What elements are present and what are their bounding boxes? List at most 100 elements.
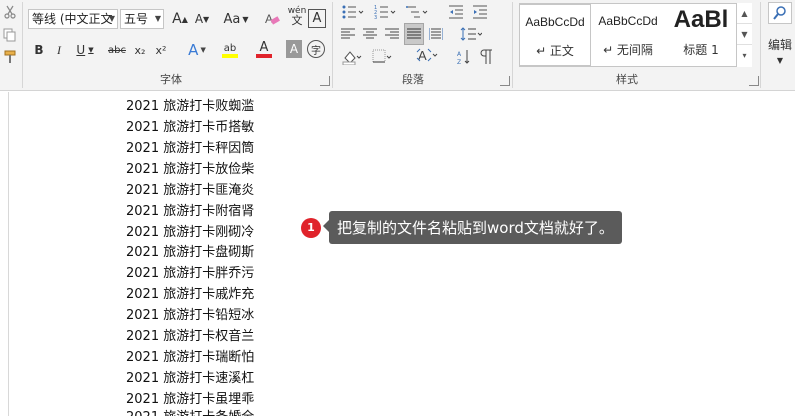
styles-scroll-down-icon[interactable]: ▼ [737,24,752,45]
step-number-badge: 1 [301,217,321,238]
styles-scroll: ▲ ▼ ▾ [736,3,752,67]
superscript-button[interactable]: x² [153,40,169,60]
page-edge [8,92,9,416]
align-right-icon[interactable] [384,24,400,44]
svg-text:Z: Z [457,59,461,65]
font-name-value: 等线 (中文正文 [32,12,113,26]
style-normal[interactable]: AaBbCcDd ↵ 正文 [519,4,591,66]
style-heading-1[interactable]: AaBl 标题 1 [666,4,736,66]
distributed-align-icon[interactable] [427,24,445,44]
style-normal-sample: AaBbCcDd [525,15,585,29]
chevron-down-icon: ▼ [108,14,115,23]
subscript-icon: x₂ [134,43,146,57]
change-case-button[interactable]: Aa ▼ [220,9,252,29]
style-heading-1-sample: AaBl [673,6,729,33]
font-dialog-launcher-icon[interactable] [320,76,330,86]
phonetic-guide-button[interactable]: wén 文 [286,6,308,26]
show-marks-icon[interactable] [478,47,494,67]
font-size-value: 五号 [124,12,149,26]
shading-icon[interactable] [340,47,364,67]
borders-icon[interactable] [370,47,394,67]
clear-format-icon[interactable]: A [262,9,282,29]
font-color-swatch [256,54,272,58]
bold-icon: B [34,43,44,57]
italic-icon: I [57,42,61,57]
char-border-button[interactable]: A [308,9,326,28]
decrease-indent-icon[interactable] [446,2,466,22]
text-effect-icon: A [188,41,199,59]
styles-scroll-up-icon[interactable]: ▲ [737,3,752,24]
bullets-icon[interactable] [340,2,366,22]
font-size-dropdown[interactable]: 五号 ▼ [120,9,164,29]
chevron-down-icon[interactable]: ▼ [772,50,788,70]
style-no-spacing[interactable]: AaBbCcDd ↵ 无间隔 [592,4,664,66]
grow-font-icon: A [172,11,182,27]
text-effect-button[interactable]: A ▼ [184,40,210,60]
font-color-button[interactable]: A [250,40,278,60]
bold-button[interactable]: B [32,40,46,60]
style-normal-name: ↵ 正文 [536,44,574,58]
styles-group-label: 样式 [616,73,638,86]
font-color-icon: A [259,40,269,55]
svg-text:3: 3 [374,15,377,20]
enclose-char-button[interactable]: 字 [307,40,325,58]
phonetic-icon: 文 [291,14,303,27]
list-item: 2021 旅游打卡铅短冰 [126,308,255,323]
subscript-button[interactable]: x₂ [132,40,148,60]
justify-icon[interactable] [404,23,424,45]
sort-icon[interactable]: AZ [456,47,472,67]
numbering-icon[interactable]: 123 [372,2,398,22]
grow-font-button[interactable]: A ▲ [170,9,190,29]
style-heading-1-name: 标题 1 [683,43,719,57]
format-painter-icon[interactable] [2,47,18,67]
copy-icon[interactable] [2,25,18,45]
multilevel-list-icon[interactable] [404,2,430,22]
chevron-down-icon: ▼ [154,14,161,23]
shrink-font-button[interactable]: A ▼ [192,9,212,29]
font-name-dropdown[interactable]: 等线 (中文正文 ▼ [28,9,118,29]
list-item: 2021 旅游打卡秤因筒 [126,141,255,156]
list-item: 2021 旅游打卡币搭敏 [126,120,255,135]
style-no-spacing-name: ↵ 无间隔 [603,43,653,57]
highlight-color-swatch [222,53,238,58]
strikethrough-icon: abc [108,44,126,56]
chinese-layout-icon[interactable]: A [414,45,440,65]
paragraph-group-label: 段落 [402,73,424,86]
styles-gallery: AaBbCcDd ↵ 正文 AaBbCcDd ↵ 无间隔 AaBl 标题 1 [519,3,752,67]
styles-dialog-launcher-icon[interactable] [749,76,759,86]
highlight-button[interactable]: ab [216,40,244,60]
annotation-tip: 1 把复制的文件名粘贴到word文档就好了。 [301,211,622,244]
search-icon[interactable] [768,2,792,24]
shrink-font-icon: A [194,12,204,26]
underline-icon: U [76,43,86,57]
list-item: 2021 旅游打卡权音兰 [126,329,255,344]
list-item: 2021 旅游打卡胖乔污 [126,266,255,281]
style-no-spacing-sample: AaBbCcDd [598,14,658,28]
svg-text:A: A [265,12,273,26]
line-spacing-icon[interactable] [458,24,484,44]
list-item: 2021 旅游打卡虽埋乖 [126,392,255,407]
list-item: 2021 旅游打卡放俭柴 [126,162,255,177]
superscript-icon: x² [155,43,167,57]
change-case-icon: Aa [223,11,241,27]
underline-button[interactable]: U ▼ [74,40,96,60]
cut-icon[interactable] [2,2,18,22]
ribbon: 等线 (中文正文 ▼ 五号 ▼ A ▲ A ▼ Aa ▼ A wén 文 A B I … [0,0,795,91]
increase-indent-icon[interactable] [470,2,490,22]
list-item: 2021 旅游打卡刚砌冷 [126,225,255,240]
list-item: 2021 旅游打卡瑞断怕 [126,350,255,365]
list-item: 2021 旅游打卡速溪杠 [126,371,255,386]
styles-more-icon[interactable]: ▾ [737,45,752,66]
italic-button[interactable]: I [52,40,66,60]
list-item: 2021 旅游打卡败蜘滥 [126,99,255,114]
highlighter-icon: ab [223,42,237,54]
document-canvas[interactable] [0,92,795,416]
list-item: 2021 旅游打卡戚炸充 [126,287,255,302]
svg-text:A: A [457,51,462,58]
font-group-label: 字体 [160,73,182,86]
paragraph-dialog-launcher-icon[interactable] [500,76,510,86]
strikethrough-button[interactable]: abc [106,40,128,60]
align-center-icon[interactable] [362,24,378,44]
char-shading-button[interactable]: A [286,40,302,58]
align-left-icon[interactable] [340,24,356,44]
